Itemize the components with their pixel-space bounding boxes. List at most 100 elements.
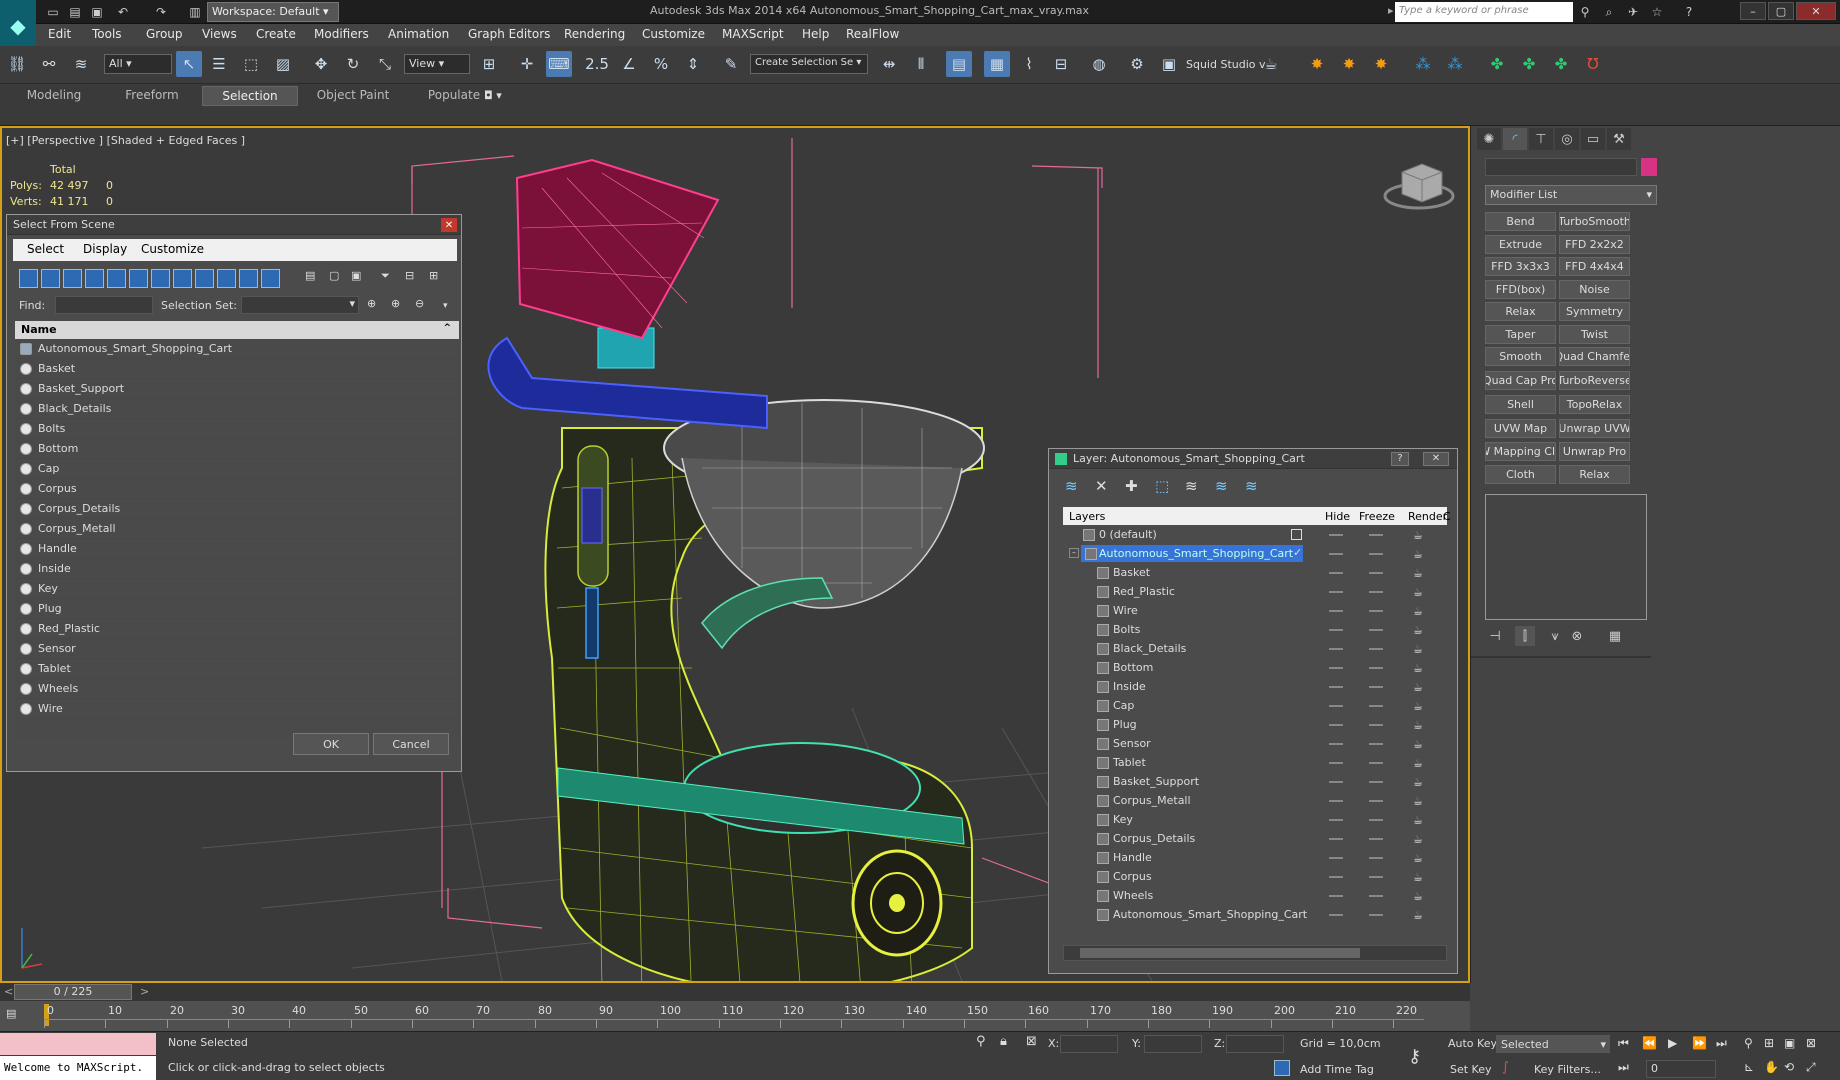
realflow-fluid-icon[interactable]: ✸ bbox=[1336, 51, 1362, 77]
list-item[interactable]: Key bbox=[15, 579, 459, 599]
maximize-button[interactable]: ▢ bbox=[1768, 2, 1794, 20]
menu-group[interactable]: Group bbox=[146, 27, 183, 41]
list-item[interactable]: Inside bbox=[15, 559, 459, 579]
modifier-twist-button[interactable]: Twist bbox=[1559, 325, 1630, 344]
filter-shapes-icon[interactable] bbox=[41, 269, 60, 288]
search-input[interactable]: Type a keyword or phrase bbox=[1395, 2, 1573, 22]
layer-object-row[interactable]: Bottom ☕ bbox=[1063, 658, 1447, 677]
remove-from-set-icon[interactable]: ⊖ bbox=[415, 297, 424, 310]
hide-column-header[interactable]: Hide bbox=[1325, 510, 1350, 523]
display-children-icon[interactable]: ⊟ bbox=[405, 269, 414, 282]
motion-tab-icon[interactable]: ◎ bbox=[1555, 128, 1579, 150]
realflow-particles-icon[interactable]: ⁂ bbox=[1410, 51, 1436, 77]
search-expand-icon[interactable]: ▸ bbox=[1388, 4, 1394, 17]
modifier-turbosmooth-button[interactable]: TurboSmooth bbox=[1559, 212, 1630, 231]
modifier-cloth-button[interactable]: Cloth bbox=[1485, 465, 1556, 484]
modifier-bend-button[interactable]: Bend bbox=[1485, 212, 1556, 231]
configure-modifier-sets-icon[interactable]: ▦ bbox=[1605, 626, 1625, 646]
snaps-toggle-icon[interactable]: 2.5 bbox=[584, 51, 610, 77]
named-selection-dropdown[interactable]: Create Selection Se ▾ bbox=[750, 54, 868, 74]
layer-object-row[interactable]: Wheels ☕ bbox=[1063, 886, 1447, 905]
list-item[interactable]: Plug bbox=[15, 599, 459, 619]
layer-object-row[interactable]: Corpus ☕ bbox=[1063, 867, 1447, 886]
modify-tab-icon[interactable]: ◜ bbox=[1503, 128, 1527, 150]
layer-object-row[interactable]: Wire ☕ bbox=[1063, 601, 1447, 620]
filter-containers-icon[interactable] bbox=[217, 269, 236, 288]
key-filters-button[interactable]: Key Filters... bbox=[1534, 1063, 1601, 1076]
utilities-tab-icon[interactable]: ⚒ bbox=[1607, 128, 1631, 150]
layer-object-row[interactable]: Black_Details ☕ bbox=[1063, 639, 1447, 658]
name-column-header[interactable]: Name ^ bbox=[15, 321, 459, 339]
keyboard-shortcut-override-icon[interactable]: ⌨ bbox=[546, 51, 572, 77]
align-icon[interactable]: ⫴ bbox=[908, 51, 934, 77]
layer-object-row[interactable]: Key ☕ bbox=[1063, 810, 1447, 829]
modifier-relax-2-button[interactable]: Relax bbox=[1559, 465, 1630, 484]
filter-geometry-icon[interactable] bbox=[19, 269, 38, 288]
z-coord-field[interactable] bbox=[1226, 1035, 1284, 1053]
redo-icon[interactable]: ↷ bbox=[152, 3, 170, 21]
add-to-set-icon[interactable]: ⊕ bbox=[391, 297, 400, 310]
next-frame-icon[interactable]: ⏩ bbox=[1692, 1036, 1707, 1050]
field-of-view-icon[interactable]: ⊾ bbox=[1744, 1060, 1754, 1074]
layer-object-row[interactable]: Inside ☕ bbox=[1063, 677, 1447, 696]
list-item[interactable]: Basket bbox=[15, 359, 459, 379]
menu-animation[interactable]: Animation bbox=[388, 27, 449, 41]
layer-object-row[interactable]: Plug ☕ bbox=[1063, 715, 1447, 734]
x-coord-field[interactable] bbox=[1060, 1035, 1118, 1053]
render-setup-icon[interactable]: ⚙ bbox=[1124, 51, 1150, 77]
menu-customize[interactable]: Customize bbox=[642, 27, 705, 41]
select-dialog-menu-customize[interactable]: Customize bbox=[141, 242, 204, 256]
spinner-snap-icon[interactable]: ⇕ bbox=[680, 51, 706, 77]
selection-lock-icon[interactable]: 🔒︎ bbox=[1000, 1034, 1007, 1049]
layer-object-row[interactable]: Autonomous_Smart_Shopping_Cart ☕ bbox=[1063, 905, 1447, 924]
modifier-taper-button[interactable]: Taper bbox=[1485, 325, 1556, 344]
zoom-icon[interactable]: ⚲ bbox=[1744, 1036, 1753, 1050]
save-set-icon[interactable]: ⊕ bbox=[367, 297, 376, 310]
link-icon[interactable]: ⛓ bbox=[4, 51, 30, 77]
menu-views[interactable]: Views bbox=[202, 27, 237, 41]
menu-modifiers[interactable]: Modifiers bbox=[314, 27, 369, 41]
ribbon-tab-freeform[interactable]: Freeform bbox=[104, 86, 200, 106]
edit-named-selection-icon[interactable]: ✎ bbox=[718, 51, 744, 77]
go-to-start-icon[interactable]: ⏮ bbox=[1618, 1036, 1629, 1051]
modifier-symmetry-button[interactable]: Symmetry bbox=[1559, 302, 1630, 321]
time-slider[interactable]: < 0 / 225 > bbox=[0, 983, 1470, 1001]
isolate-selection-icon[interactable]: ⚲ bbox=[976, 1034, 986, 1049]
selection-set-dropdown[interactable]: ▾ bbox=[241, 296, 359, 314]
window-crossing-icon[interactable]: ▨ bbox=[270, 51, 296, 77]
absolute-mode-icon[interactable]: ⊠ bbox=[1026, 1034, 1037, 1049]
remove-modifier-icon[interactable]: ⊗ bbox=[1567, 626, 1587, 646]
show-end-result-icon[interactable]: ⫿ bbox=[1515, 626, 1535, 646]
view-cube-icon[interactable] bbox=[1383, 163, 1455, 210]
select-none-icon[interactable]: ▢ bbox=[329, 269, 339, 282]
modifier-extrude-button[interactable]: Extrude bbox=[1485, 235, 1556, 254]
filter-cameras-icon[interactable] bbox=[85, 269, 104, 288]
favorites-star-icon[interactable]: ☆ bbox=[1648, 3, 1666, 21]
hide-all-layers-icon[interactable]: ≋ bbox=[1215, 477, 1228, 495]
object-name-field[interactable] bbox=[1485, 158, 1637, 176]
modifier-ffd3-button[interactable]: FFD 3x3x3 bbox=[1485, 257, 1556, 276]
list-item[interactable]: Bottom bbox=[15, 439, 459, 459]
modifier-unwrap-uvw-button[interactable]: Unwrap UVW bbox=[1559, 419, 1630, 438]
maximize-viewport-icon[interactable]: ⤢ bbox=[1806, 1060, 1816, 1075]
realflow-mesh-icon[interactable]: ⁂ bbox=[1442, 51, 1468, 77]
key-mode-dropdown[interactable]: Selected ▾ bbox=[1496, 1035, 1610, 1053]
modifier-unwrap-pro-button[interactable]: Unwrap Pro bbox=[1559, 442, 1630, 461]
layer-object-row[interactable]: Sensor ☕ bbox=[1063, 734, 1447, 753]
y-coord-field[interactable] bbox=[1144, 1035, 1202, 1053]
list-item[interactable]: Wire bbox=[15, 699, 459, 719]
realflow-daemon-icon[interactable]: ✸ bbox=[1368, 51, 1394, 77]
collapse-toggle-icon[interactable]: – bbox=[1069, 548, 1079, 558]
rectangular-selection-icon[interactable]: ⬚ bbox=[238, 51, 264, 77]
previous-frame-icon[interactable]: ⏪ bbox=[1642, 1036, 1657, 1050]
modifier-list-dropdown[interactable]: Modifier List ▾ bbox=[1485, 185, 1657, 205]
current-frame-field[interactable]: 0 bbox=[1646, 1060, 1716, 1078]
layer-object-row[interactable]: Corpus_Metall ☕ bbox=[1063, 791, 1447, 810]
layer-object-row[interactable]: Bolts ☕ bbox=[1063, 620, 1447, 639]
modifier-stack[interactable] bbox=[1485, 494, 1647, 620]
select-all-icon[interactable]: ▤ bbox=[305, 269, 315, 282]
layer-row-default[interactable]: 0 (default) ☕ bbox=[1063, 525, 1447, 544]
list-item[interactable]: Sensor bbox=[15, 639, 459, 659]
modifier-noise-button[interactable]: Noise bbox=[1559, 280, 1630, 299]
go-to-end-icon[interactable]: ⏭ bbox=[1716, 1036, 1727, 1051]
